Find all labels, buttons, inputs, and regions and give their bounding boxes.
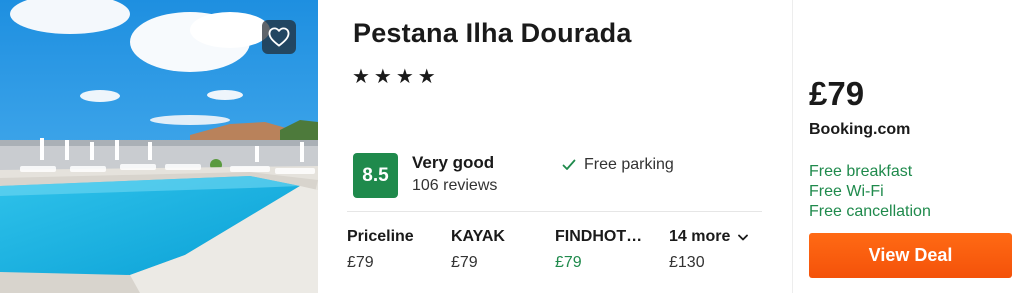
- provider-priceline[interactable]: Priceline £79: [347, 228, 414, 272]
- checkmark-icon: [562, 159, 576, 170]
- more-providers-button[interactable]: 14 more £130: [669, 228, 749, 272]
- hotel-name[interactable]: Pestana Ilha Dourada: [353, 18, 632, 49]
- perk-item: Free breakfast: [809, 163, 913, 180]
- provider-kayak[interactable]: KAYAK £79: [451, 228, 505, 272]
- deal-price[interactable]: £79: [809, 75, 864, 113]
- provider-name: Priceline: [347, 228, 414, 245]
- provider-price: £79: [555, 254, 582, 271]
- deal-site: Booking.com: [809, 121, 911, 138]
- rating-score-badge: 8.5: [353, 153, 398, 198]
- review-count[interactable]: 106 reviews: [412, 177, 497, 195]
- divider: [347, 211, 762, 212]
- provider-price: £79: [347, 254, 374, 271]
- amenity-label: Free parking: [584, 156, 674, 173]
- more-price: £130: [669, 254, 705, 271]
- deal-panel: £79 Booking.com Free breakfast Free Wi-F…: [793, 0, 1024, 293]
- favorite-button[interactable]: [262, 20, 296, 54]
- star-rating: ★★★★: [352, 66, 440, 88]
- view-deal-button[interactable]: View Deal: [809, 233, 1012, 278]
- provider-price: £79: [451, 254, 478, 271]
- more-label: 14 more: [669, 228, 731, 245]
- amenity-free-parking: Free parking: [562, 156, 674, 174]
- hotel-result-card: Pestana Ilha Dourada ★★★★ 8.5 Very good …: [0, 0, 1024, 293]
- perk-item: Free cancellation: [809, 203, 931, 220]
- perk-item: Free Wi-Fi: [809, 183, 884, 200]
- heart-icon: [268, 27, 290, 47]
- provider-findhotel[interactable]: FINDHOT… £79: [555, 228, 642, 272]
- rating-label: Very good: [412, 153, 495, 172]
- provider-name: KAYAK: [451, 228, 505, 245]
- hotel-photo[interactable]: [0, 0, 318, 293]
- deal-perks: Free breakfast Free Wi-Fi Free cancellat…: [809, 162, 931, 222]
- hotel-info: Pestana Ilha Dourada ★★★★ 8.5 Very good …: [318, 0, 792, 293]
- provider-name: FINDHOT…: [555, 228, 643, 245]
- chevron-down-icon: [738, 234, 749, 240]
